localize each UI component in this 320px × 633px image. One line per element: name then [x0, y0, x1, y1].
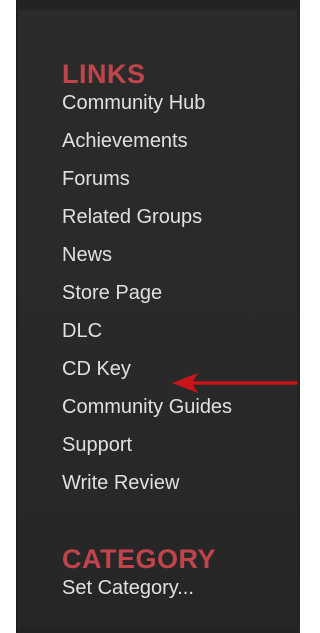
- left-arrow-icon: [170, 370, 300, 401]
- link-forums[interactable]: Forums: [62, 168, 130, 191]
- link-write-review[interactable]: Write Review: [62, 472, 179, 495]
- links-heading: LINKS: [62, 59, 146, 89]
- link-related-groups[interactable]: Related Groups: [62, 206, 202, 229]
- link-dlc[interactable]: DLC: [62, 320, 102, 343]
- link-community-hub[interactable]: Community Hub: [62, 92, 205, 115]
- link-support[interactable]: Support: [62, 434, 132, 457]
- link-cd-key[interactable]: CD Key: [62, 358, 131, 381]
- category-heading: CATEGORY: [62, 544, 217, 574]
- link-set-category[interactable]: Set Category...: [62, 577, 194, 600]
- link-achievements[interactable]: Achievements: [62, 130, 188, 153]
- link-news[interactable]: News: [62, 244, 112, 267]
- game-links-panel: LINKS Community Hub Achievements Forums …: [18, 10, 300, 628]
- link-store-page[interactable]: Store Page: [62, 282, 162, 305]
